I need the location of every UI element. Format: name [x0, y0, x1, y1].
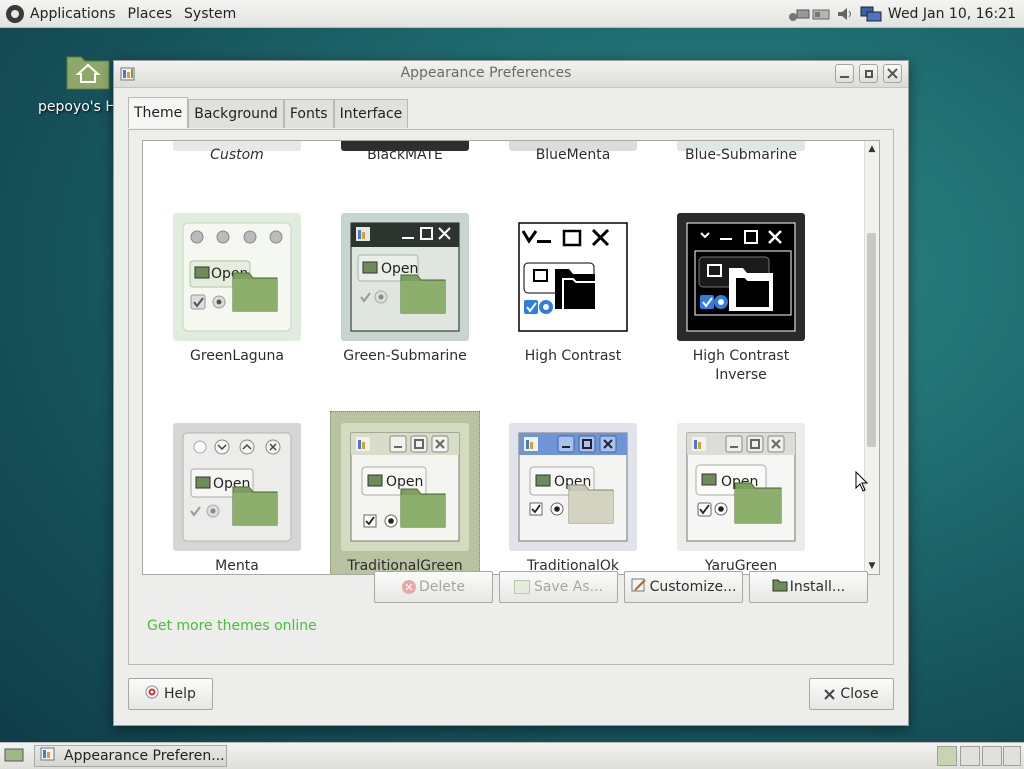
theme-label: Blue-Submarine: [684, 147, 798, 163]
help-icon: [145, 685, 159, 703]
theme-label: High Contrast: [524, 348, 622, 364]
vertical-scrollbar[interactable]: ▲ ▼: [864, 141, 879, 574]
save-as-icon: [513, 580, 530, 594]
get-more-themes-link[interactable]: Get more themes online: [147, 618, 317, 634]
tab-fonts[interactable]: Fonts: [283, 99, 334, 128]
tab-bar: Theme Background Fonts Interface: [128, 97, 409, 129]
minimize-button[interactable]: [835, 64, 854, 83]
workspace-2[interactable]: [960, 746, 980, 766]
system-tray: Wed Jan 10, 16:21: [784, 0, 1024, 27]
menu-system[interactable]: System: [184, 6, 236, 22]
mouse-pointer-icon: [855, 471, 869, 492]
taskbar-item-appearance[interactable]: Appearance Preferen...: [34, 745, 227, 767]
theme-thumbnail: [677, 213, 805, 341]
menu-places[interactable]: Places: [128, 6, 173, 22]
theme-actions: ✕ Delete Save As... Customize... Install…: [374, 571, 874, 603]
home-folder-label: pepoyo's H: [38, 99, 116, 115]
bottom-panel: Appearance Preferen...: [0, 742, 1024, 769]
theme-label: High Contrast Inverse: [692, 348, 790, 383]
mate-logo-icon[interactable]: [6, 4, 24, 23]
scrollbar-thumb[interactable]: [867, 233, 876, 447]
menu-applications[interactable]: Applications: [30, 6, 116, 22]
device-icon[interactable]: [812, 6, 832, 22]
theme-panel: Custom BlackMATE BlueMenta Blue-Submarin…: [128, 129, 894, 665]
theme-thumbnail: Open: [341, 423, 469, 551]
titlebar[interactable]: Appearance Preferences: [114, 61, 908, 88]
appearance-preferences-window: Appearance Preferences Theme Background …: [113, 60, 909, 726]
theme-label: Custom: [210, 147, 264, 163]
workspace-3[interactable]: [982, 746, 1002, 766]
theme-label: Menta: [215, 558, 259, 574]
save-as-button[interactable]: Save As...: [499, 571, 618, 603]
theme-thumbnail: Open: [173, 423, 301, 551]
scroll-down-arrow-icon[interactable]: ▼: [867, 561, 877, 571]
delete-button[interactable]: ✕ Delete: [374, 571, 493, 603]
customize-icon: [631, 577, 647, 597]
window-title: Appearance Preferences: [400, 65, 572, 81]
home-folder-icon[interactable]: [65, 51, 111, 91]
tab-interface[interactable]: Interface: [333, 99, 409, 128]
app-icon: [40, 746, 56, 766]
workspace-1[interactable]: [937, 746, 957, 766]
theme-label: Green-Submarine: [343, 348, 467, 364]
install-button[interactable]: Install...: [749, 571, 868, 603]
close-icon: [824, 688, 836, 700]
close-icon: [887, 68, 898, 79]
theme-thumbnail: Open: [173, 213, 301, 341]
delete-icon: ✕: [402, 580, 416, 594]
maximize-button[interactable]: [859, 64, 878, 83]
volume-icon[interactable]: [836, 6, 856, 22]
network-icon[interactable]: [788, 6, 810, 22]
theme-label: BlueMenta: [535, 147, 611, 163]
clock[interactable]: Wed Jan 10, 16:21: [888, 6, 1016, 22]
theme-thumbnail: [509, 213, 637, 341]
customize-button[interactable]: Customize...: [624, 571, 743, 603]
close-button[interactable]: Close: [809, 678, 894, 710]
help-button[interactable]: Help: [128, 678, 213, 710]
theme-gallery[interactable]: Custom BlackMATE BlueMenta Blue-Submarin…: [142, 140, 880, 575]
tab-theme[interactable]: Theme: [128, 97, 189, 128]
display-icon[interactable]: [860, 6, 882, 22]
scroll-up-arrow-icon[interactable]: ▲: [867, 144, 877, 154]
theme-thumbnail: Open: [509, 423, 637, 551]
theme-label: GreenLaguna: [190, 348, 284, 364]
close-window-button[interactable]: [883, 64, 902, 83]
minimize-icon: [840, 76, 849, 78]
theme-label: BlackMATE: [367, 147, 443, 163]
theme-thumbnail: Open: [341, 213, 469, 341]
show-desktop-icon[interactable]: [4, 747, 24, 767]
workspace-4[interactable]: [1003, 746, 1021, 766]
top-panel: Applications Places System Wed Jan 10, 1…: [0, 0, 1024, 28]
tab-background[interactable]: Background: [188, 99, 284, 128]
maximize-icon: [864, 69, 873, 78]
folder-icon: [772, 578, 788, 596]
open-text: Open: [386, 474, 423, 490]
theme-thumbnail: Open: [677, 423, 805, 551]
